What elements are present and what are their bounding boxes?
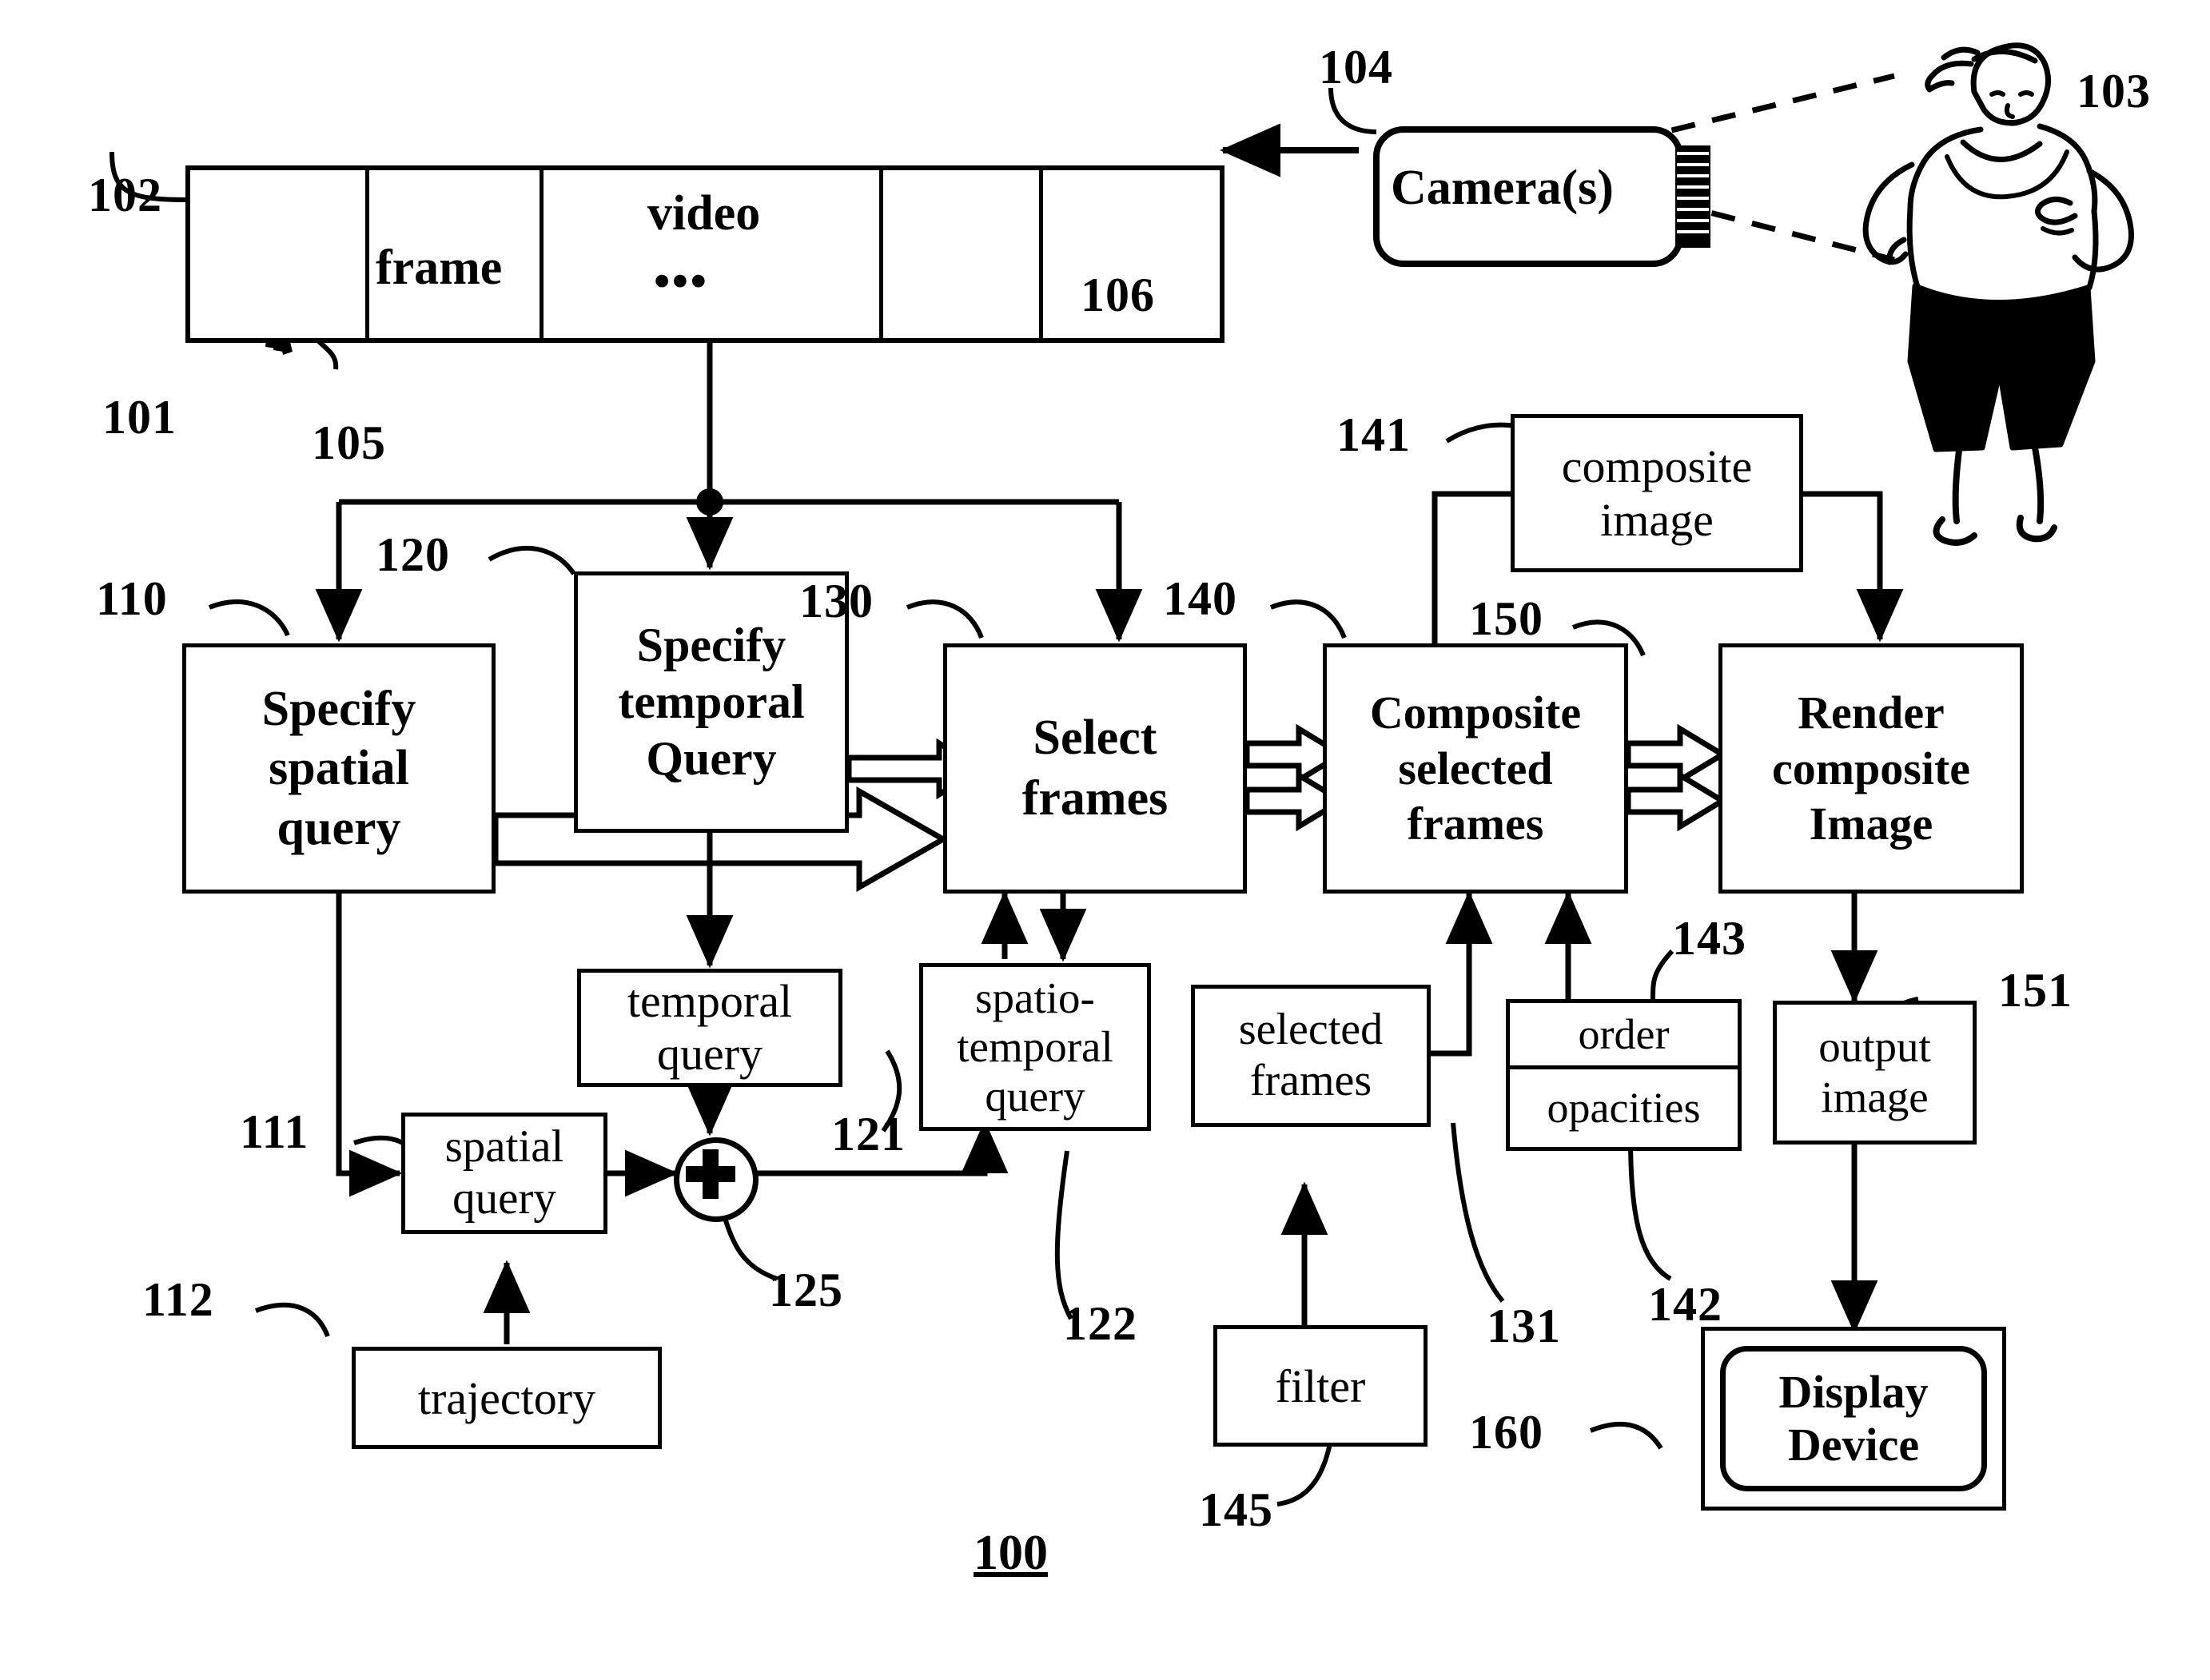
ref-160: 160 — [1469, 1406, 1543, 1459]
specify-temporal-query-line-1: Specify — [636, 619, 786, 672]
ref-131: 131 — [1487, 1300, 1561, 1352]
strip-divider-1 — [365, 169, 369, 339]
selected-frames-line-2: frames — [1249, 1056, 1372, 1105]
block-select-frames[interactable]: Select frames — [943, 643, 1247, 894]
select-frames-line-1: Select — [1033, 710, 1157, 765]
specify-spatial-query-line-1: Specify — [261, 681, 416, 736]
block-display-device[interactable]: Display Device — [1720, 1346, 1987, 1491]
render-composite-image-line-3: Image — [1809, 798, 1933, 850]
ref-112: 112 — [142, 1273, 214, 1326]
camera-label: Camera(s) — [1391, 161, 1614, 215]
select-frames-line-2: frames — [1021, 770, 1169, 826]
ref-121: 121 — [831, 1108, 906, 1160]
render-composite-image-line-2: composite — [1771, 742, 1971, 794]
ref-104: 104 — [1319, 41, 1393, 94]
specify-temporal-query-line-2: temporal — [618, 675, 805, 729]
composite-image-line-1: composite — [1561, 440, 1753, 492]
ref-106: 106 — [1081, 269, 1155, 321]
specify-spatial-query-line-3: query — [277, 800, 401, 855]
ref-122: 122 — [1063, 1297, 1137, 1350]
block-specify-spatial-query[interactable]: Specify spatial query — [182, 643, 496, 894]
block-order-opacities[interactable]: order opacities — [1506, 999, 1742, 1151]
spatio-temporal-query-line-3: query — [985, 1071, 1085, 1121]
ref-141: 141 — [1336, 408, 1411, 461]
output-image-line-1: output — [1818, 1022, 1931, 1072]
composite-selected-frames-line-1: Composite — [1369, 687, 1582, 739]
ref-120: 120 — [376, 528, 450, 581]
temporal-query-line-1: temporal — [627, 974, 793, 1027]
display-device-line-1: Display — [1778, 1365, 1929, 1418]
block-temporal-query[interactable]: temporal query — [577, 969, 842, 1087]
ref-143: 143 — [1672, 912, 1746, 965]
patent-figure-canvas: frame video • • • Camera(s) Specify spat… — [0, 0, 2210, 1680]
strip-divider-4 — [1039, 169, 1043, 339]
spatial-query-line-1: spatial — [444, 1121, 564, 1172]
ref-151: 151 — [1998, 964, 2073, 1017]
specify-temporal-query-line-3: Query — [646, 731, 777, 785]
ref-105: 105 — [312, 416, 386, 469]
ref-140: 140 — [1163, 572, 1237, 625]
ref-103: 103 — [2077, 65, 2151, 117]
ref-142: 142 — [1648, 1278, 1722, 1331]
plus-vertical-bar — [703, 1149, 719, 1199]
ref-101: 101 — [102, 391, 177, 444]
frame-cell-label: frame — [376, 241, 503, 295]
ref-102: 102 — [88, 169, 162, 221]
video-cell-label: video — [647, 186, 761, 241]
opacities-label: opacities — [1547, 1084, 1701, 1133]
runner-illustration — [1862, 42, 2134, 546]
ref-130: 130 — [799, 575, 874, 627]
block-composite-selected-frames[interactable]: Composite selected frames — [1323, 643, 1628, 894]
block-composite-image[interactable]: composite image — [1511, 414, 1803, 572]
block-spatial-query[interactable]: spatial query — [401, 1113, 607, 1234]
selected-frames-line-1: selected — [1238, 1005, 1384, 1055]
ref-111: 111 — [240, 1105, 309, 1158]
composite-selected-frames-line-2: selected — [1398, 742, 1553, 794]
strip-divider-2 — [540, 169, 544, 339]
temporal-query-line-2: query — [656, 1028, 763, 1080]
composite-image-line-2: image — [1600, 494, 1714, 546]
specify-spatial-query-line-2: spatial — [269, 741, 409, 796]
ref-110: 110 — [96, 572, 168, 625]
block-output-image[interactable]: output image — [1773, 1001, 1977, 1145]
output-image-line-2: image — [1821, 1073, 1929, 1121]
ref-150: 150 — [1469, 592, 1543, 645]
video-cell-ellipsis: • • • — [654, 255, 707, 307]
spatial-query-line-2: query — [452, 1173, 556, 1224]
block-spatio-temporal-query[interactable]: spatio- temporal query — [919, 963, 1151, 1131]
display-device-line-2: Device — [1787, 1419, 1920, 1471]
spatio-temporal-query-line-1: spatio- — [975, 973, 1095, 1022]
strip-divider-3 — [879, 169, 883, 339]
composite-selected-frames-line-3: frames — [1407, 798, 1544, 850]
ref-145: 145 — [1199, 1483, 1273, 1536]
render-composite-image-line-1: Render — [1798, 687, 1945, 739]
trajectory-label: trajectory — [417, 1371, 596, 1424]
order-label: order — [1578, 1009, 1670, 1058]
block-selected-frames[interactable]: selected frames — [1191, 985, 1431, 1127]
block-filter[interactable]: filter — [1213, 1325, 1428, 1447]
spatio-temporal-query-line-2: temporal — [957, 1022, 1113, 1072]
ref-125: 125 — [769, 1264, 843, 1316]
figure-number: 100 — [974, 1526, 1048, 1580]
filter-label: filter — [1275, 1360, 1366, 1412]
block-trajectory[interactable]: trajectory — [352, 1347, 662, 1449]
block-render-composite-image[interactable]: Render composite Image — [1718, 643, 2024, 894]
